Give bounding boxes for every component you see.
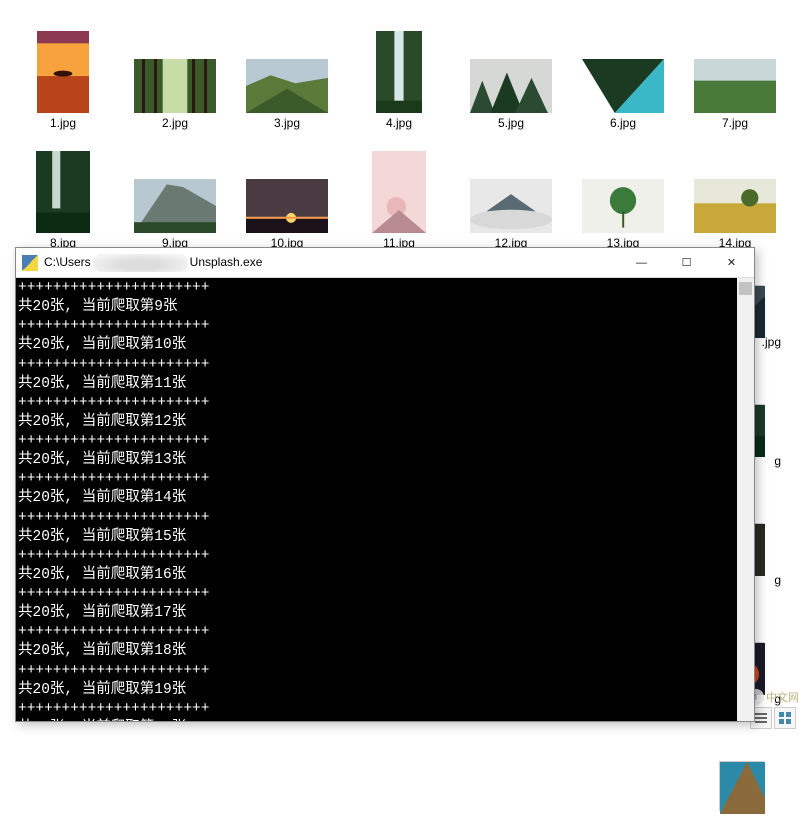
console-line: ++++++++++++++++++++++: [18, 547, 752, 566]
thumbnail-row: 8.jpg9.jpg10.jpg11.jpg12.jpg13.jpg14.jpg: [8, 132, 797, 252]
file-thumbnail[interactable]: 14.jpg: [680, 132, 790, 250]
console-scrollbar[interactable]: [737, 278, 754, 721]
file-thumbnail[interactable]: 11.jpg: [344, 132, 454, 250]
console-line: ++++++++++++++++++++++: [18, 509, 752, 528]
view-controls: [750, 707, 796, 729]
app-icon: [22, 255, 38, 271]
console-line: 共20张, 当前爬取第11张: [18, 375, 752, 394]
thumbnail-image: [246, 59, 328, 113]
console-line: 共20张, 当前爬取第13张: [18, 451, 752, 470]
file-thumbnail[interactable]: 13.jpg: [568, 132, 678, 250]
thumbnail-image: [134, 179, 216, 233]
thumbnail-image: [134, 59, 216, 113]
console-line: 共20张, 当前爬取第9张: [18, 298, 752, 317]
titlebar[interactable]: C:\Users Unsplash.exe — ☐ ✕: [16, 248, 754, 278]
file-thumbnail[interactable]: 7.jpg: [680, 12, 790, 130]
window-controls: — ☐ ✕: [619, 248, 754, 278]
file-thumbnail-partial[interactable]: [719, 761, 787, 811]
console-line: ++++++++++++++++++++++: [18, 470, 752, 489]
window-title: C:\Users Unsplash.exe: [44, 254, 619, 272]
file-name: 4.jpg: [386, 116, 412, 130]
thumbnail-image: [372, 151, 426, 233]
console-line: ++++++++++++++++++++++: [18, 356, 752, 375]
file-name: 5.jpg: [498, 116, 524, 130]
thumbnail-image: [470, 179, 552, 233]
title-suffix: Unsplash.exe: [190, 255, 263, 269]
console-line: 共20张, 当前爬取第20张: [18, 719, 752, 721]
console-line: ++++++++++++++++++++++: [18, 623, 752, 642]
console-line: 共20张, 当前爬取第12张: [18, 413, 752, 432]
thumbnail-image: [719, 761, 764, 811]
thumbnail-image: [694, 59, 776, 113]
file-thumbnail[interactable]: 5.jpg: [456, 12, 566, 130]
console-line: ++++++++++++++++++++++: [18, 585, 752, 604]
console-line: ++++++++++++++++++++++: [18, 317, 752, 336]
console-line: 共20张, 当前爬取第16张: [18, 566, 752, 585]
file-thumbnail[interactable]: 4.jpg: [344, 12, 454, 130]
thumbnail-image: [694, 179, 776, 233]
thumbnail-image: [470, 59, 552, 113]
watermark-text: 中文网: [766, 689, 799, 705]
file-name: 6.jpg: [610, 116, 636, 130]
console-line: 共20张, 当前爬取第10张: [18, 336, 752, 355]
thumbnail-image: [582, 59, 664, 113]
console-line: 共20张, 当前爬取第18张: [18, 642, 752, 661]
console-line: ++++++++++++++++++++++: [18, 279, 752, 298]
console-line: ++++++++++++++++++++++: [18, 394, 752, 413]
scrollbar-thumb[interactable]: [739, 282, 752, 295]
thumbnail-row: 1.jpg 2.jpg 3.jpg 4.jpg 5.jpg 6.jpg 7.jpg: [8, 12, 797, 132]
thumbnail-image: [376, 31, 422, 113]
file-thumbnail[interactable]: 2.jpg: [120, 12, 230, 130]
file-name: 3.jpg: [274, 116, 300, 130]
file-thumbnail[interactable]: 6.jpg: [568, 12, 678, 130]
file-thumbnail[interactable]: 9.jpg: [120, 132, 230, 250]
file-name: 2.jpg: [162, 116, 188, 130]
console-window: C:\Users Unsplash.exe — ☐ ✕ +++++++++++++…: [15, 247, 755, 722]
file-name: 1.jpg: [50, 116, 76, 130]
console-line: ++++++++++++++++++++++: [18, 432, 752, 451]
file-thumbnail[interactable]: 8.jpg: [8, 132, 118, 250]
thumbnail-image: [36, 151, 90, 233]
console-output[interactable]: ++++++++++++++++++++++共20张, 当前爬取第9张+++++…: [16, 278, 754, 721]
file-thumbnail[interactable]: 3.jpg: [232, 12, 342, 130]
console-line: ++++++++++++++++++++++: [18, 662, 752, 681]
thumbnail-image: [582, 179, 664, 233]
file-thumbnail[interactable]: 1.jpg: [8, 12, 118, 130]
console-line: 共20张, 当前爬取第19张: [18, 681, 752, 700]
redacted-path: [93, 254, 188, 272]
title-prefix: C:\Users: [44, 255, 91, 269]
console-line: 共20张, 当前爬取第14张: [18, 489, 752, 508]
console-line: 共20张, 当前爬取第17张: [18, 604, 752, 623]
file-thumbnail[interactable]: 12.jpg: [456, 132, 566, 250]
console-line: 共20张, 当前爬取第15张: [18, 528, 752, 547]
console-line: ++++++++++++++++++++++: [18, 700, 752, 719]
view-thumbnails-button[interactable]: [774, 707, 796, 729]
close-button[interactable]: ✕: [709, 248, 754, 278]
minimize-button[interactable]: —: [619, 248, 664, 278]
thumbnail-image: [246, 179, 328, 233]
maximize-button[interactable]: ☐: [664, 248, 709, 278]
thumbnail-image: [37, 31, 89, 113]
file-name: 7.jpg: [722, 116, 748, 130]
file-thumbnail[interactable]: 10.jpg: [232, 132, 342, 250]
